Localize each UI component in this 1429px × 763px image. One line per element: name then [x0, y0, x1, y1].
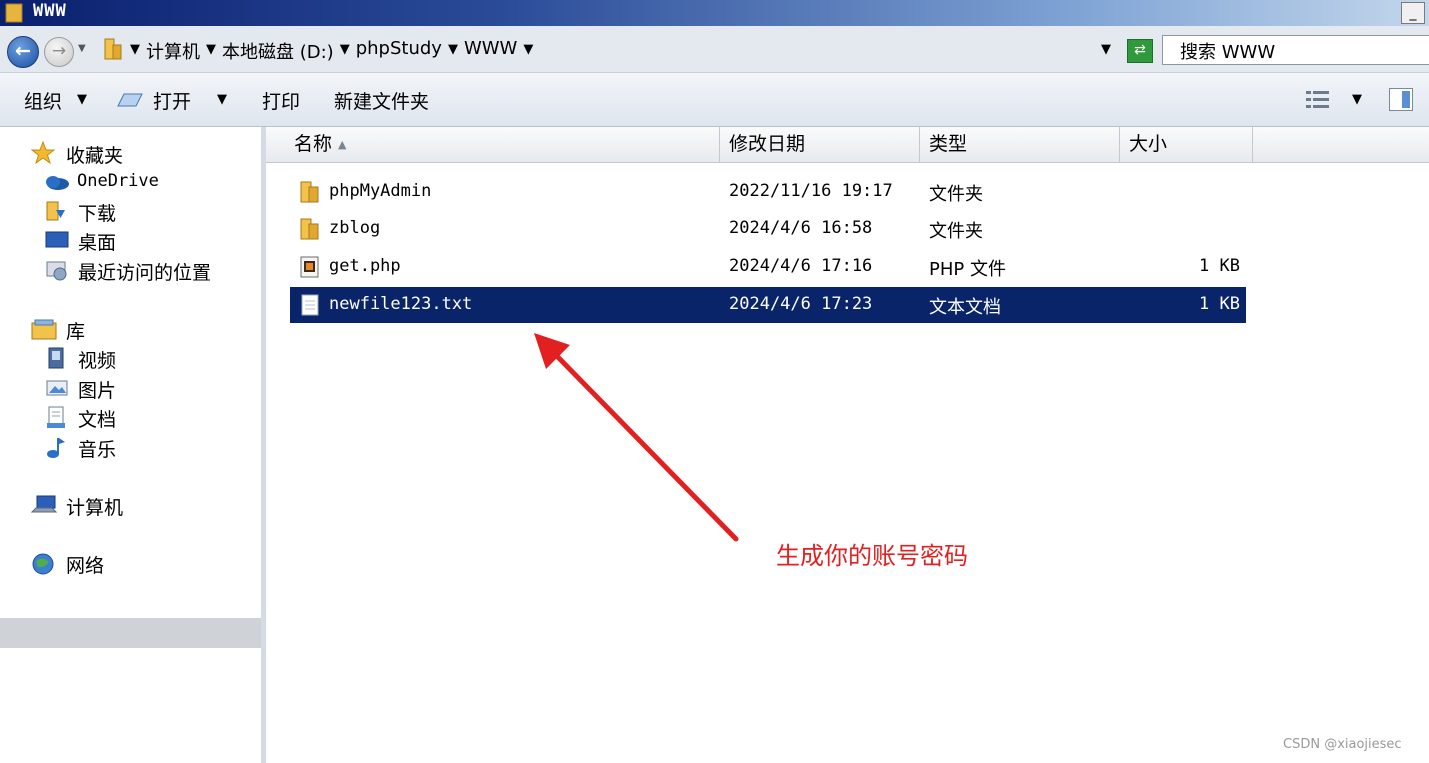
- video-icon: [45, 347, 67, 369]
- annotation-arrow-icon: [534, 333, 739, 542]
- chevron-down-icon[interactable]: ▼: [523, 38, 533, 64]
- file-name: get.php: [329, 256, 401, 276]
- nav-videos[interactable]: 视频: [78, 346, 116, 373]
- arrow-left-icon: ←: [15, 40, 31, 62]
- address-history-dropdown[interactable]: ▼: [1101, 42, 1111, 57]
- column-type[interactable]: 类型: [920, 127, 1120, 162]
- organize-button[interactable]: 组织: [24, 87, 62, 114]
- column-type-label: 类型: [929, 133, 968, 155]
- nav-desktop[interactable]: 桌面: [78, 228, 116, 255]
- music-icon: [45, 436, 67, 458]
- computer-icon: [30, 494, 58, 514]
- nav-downloads[interactable]: 下载: [78, 199, 116, 226]
- column-header: 名称 ▲ 修改日期 类型 大小: [266, 127, 1429, 163]
- file-name: newfile123.txt: [329, 294, 473, 314]
- file-row[interactable]: zblog 2024/4/6 16:58 文件夹: [290, 211, 1246, 247]
- minimize-button[interactable]: _: [1401, 2, 1425, 24]
- nav-selection-highlight: [0, 618, 261, 648]
- file-row[interactable]: get.php 2024/4/6 17:16 PHP 文件 1 KB: [290, 249, 1246, 285]
- sort-ascending-icon: ▲: [338, 138, 347, 151]
- chevron-down-icon[interactable]: ▼: [130, 38, 140, 64]
- file-type: 文件夹: [929, 221, 983, 242]
- column-size[interactable]: 大小: [1120, 127, 1253, 162]
- nav-onedrive[interactable]: OneDrive: [77, 171, 159, 191]
- breadcrumb: ▼ 计算机 ▼ 本地磁盘 (D:) ▼ phpStudy ▼ WWW ▼: [130, 38, 533, 64]
- nav-network[interactable]: 网络: [66, 551, 104, 578]
- splitter[interactable]: [261, 127, 266, 763]
- chevron-down-icon[interactable]: ▼: [340, 38, 350, 64]
- column-name-label: 名称: [294, 133, 333, 155]
- file-size: 1 KB: [1199, 256, 1240, 276]
- breadcrumb-phpstudy[interactable]: phpStudy: [356, 38, 442, 64]
- open-icon: [117, 93, 143, 107]
- folder-icon: [300, 181, 319, 203]
- forward-button[interactable]: →: [44, 37, 74, 67]
- file-type: 文件夹: [929, 184, 983, 205]
- back-button[interactable]: ←: [7, 36, 39, 68]
- recent-pages-dropdown[interactable]: ▼: [78, 43, 86, 54]
- pictures-icon: [45, 377, 68, 397]
- nav-music[interactable]: 音乐: [78, 435, 116, 462]
- chevron-down-icon[interactable]: ▼: [1352, 92, 1362, 107]
- file-modified: 2022/11/16 19:17: [729, 181, 893, 201]
- file-type: 文本文档: [929, 297, 1001, 318]
- refresh-icon: ⇄: [1134, 42, 1146, 58]
- file-type: PHP 文件: [929, 259, 1006, 280]
- nav-documents[interactable]: 文档: [78, 405, 116, 432]
- nav-libraries[interactable]: 库: [66, 317, 85, 344]
- file-modified: 2024/4/6 16:58: [729, 218, 873, 238]
- breadcrumb-local-disk[interactable]: 本地磁盘 (D:): [222, 38, 334, 64]
- file-name: zblog: [329, 218, 381, 238]
- breadcrumb-www[interactable]: WWW: [464, 38, 517, 64]
- nav-computer[interactable]: 计算机: [66, 493, 123, 520]
- downloads-icon: [46, 200, 68, 221]
- php-file-icon: [300, 256, 319, 278]
- file-row[interactable]: phpMyAdmin 2022/11/16 19:17 文件夹: [290, 174, 1246, 210]
- folder-icon: [300, 218, 319, 240]
- onedrive-icon: [44, 173, 69, 193]
- chevron-down-icon[interactable]: ▼: [77, 92, 87, 107]
- nav-favorites[interactable]: 收藏夹: [66, 141, 123, 168]
- file-modified: 2024/4/6 17:16: [729, 256, 873, 276]
- text-file-icon: [301, 294, 319, 316]
- network-icon: [31, 552, 54, 575]
- chevron-down-icon[interactable]: ▼: [217, 92, 227, 107]
- chevron-down-icon[interactable]: ▼: [448, 38, 458, 64]
- view-options-icon[interactable]: [1305, 89, 1331, 111]
- window-title: WWW: [33, 1, 67, 21]
- file-row-selected[interactable]: newfile123.txt 2024/4/6 17:23 文本文档 1 KB: [290, 287, 1246, 323]
- file-name: phpMyAdmin: [329, 181, 432, 201]
- command-bar: 组织 ▼ 打开 ▼ 打印 新建文件夹 ▼: [0, 73, 1429, 127]
- nav-recent-places[interactable]: 最近访问的位置: [78, 258, 211, 285]
- annotation-text: 生成你的账号密码: [776, 542, 968, 570]
- nav-pictures[interactable]: 图片: [78, 376, 116, 403]
- arrow-right-icon: →: [51, 41, 67, 61]
- breadcrumb-computer[interactable]: 计算机: [146, 38, 200, 64]
- watermark: CSDN @xiaojiesec: [1283, 737, 1402, 752]
- title-bar: WWW _: [0, 0, 1429, 26]
- star-icon: [30, 140, 56, 165]
- documents-icon: [45, 406, 67, 428]
- library-icon: [31, 319, 57, 340]
- file-size: 1 KB: [1199, 294, 1240, 314]
- refresh-button[interactable]: ⇄: [1127, 39, 1153, 63]
- column-name[interactable]: 名称 ▲: [285, 127, 720, 162]
- chevron-down-icon[interactable]: ▼: [206, 38, 216, 64]
- preview-pane-icon[interactable]: [1389, 88, 1413, 111]
- folder-icon: [104, 38, 122, 60]
- new-folder-button[interactable]: 新建文件夹: [334, 87, 429, 114]
- file-modified: 2024/4/6 17:23: [729, 294, 873, 314]
- print-button[interactable]: 打印: [262, 87, 300, 114]
- search-input[interactable]: 搜索 WWW: [1162, 35, 1429, 65]
- address-bar: ← → ▼ ▼ 计算机 ▼ 本地磁盘 (D:) ▼ phpStudy ▼ WWW…: [0, 26, 1429, 73]
- recent-places-icon: [45, 259, 67, 281]
- column-size-label: 大小: [1129, 133, 1168, 155]
- desktop-icon: [45, 230, 69, 250]
- navigation-pane: 收藏夹 OneDrive 下载 桌面 最近访问的位置 库 视频 图片 文档 音乐…: [0, 127, 262, 763]
- open-button[interactable]: 打开: [153, 87, 191, 114]
- column-modified[interactable]: 修改日期: [720, 127, 920, 162]
- column-modified-label: 修改日期: [729, 133, 806, 155]
- folder-icon: [5, 3, 23, 23]
